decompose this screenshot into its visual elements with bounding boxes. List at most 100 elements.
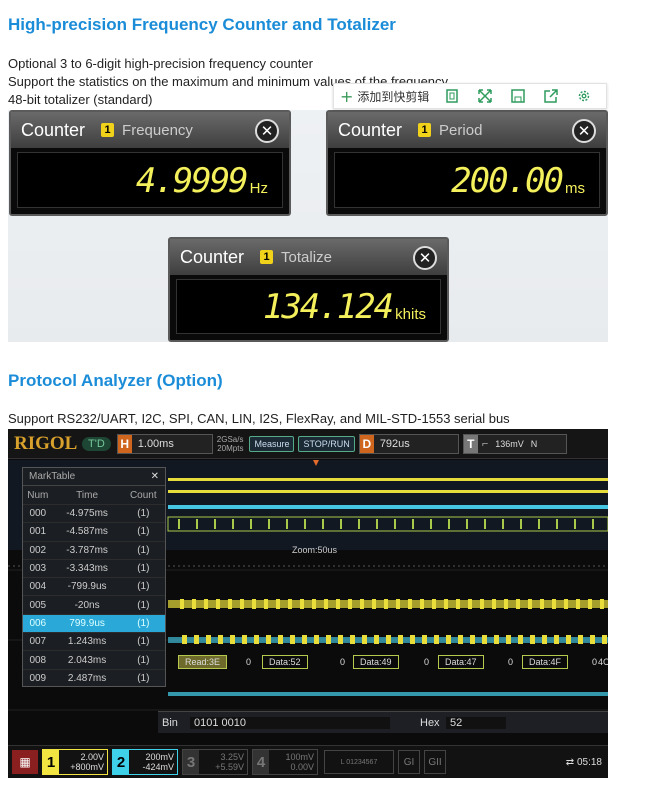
table-cell: 799.9us xyxy=(69,617,105,629)
measure-button[interactable]: Measure xyxy=(249,435,295,452)
channel-3-box[interactable]: 3 3.25V +5.59V xyxy=(182,749,248,775)
table-cell: 007 xyxy=(29,636,47,648)
logic-channels-box[interactable]: L 01234567 xyxy=(324,750,394,774)
table-cell: 004 xyxy=(29,581,47,593)
feature-line: Optional 3 to 6-digit high-precision fre… xyxy=(8,56,313,71)
delay-value: 792us xyxy=(379,437,410,450)
counter-mode: Frequency xyxy=(122,121,193,139)
trigger-box[interactable]: T ⌐ 136mV N xyxy=(462,433,567,454)
clock-pulse xyxy=(180,599,184,609)
data-pulse xyxy=(338,635,343,644)
timebase-value: 1.00ms xyxy=(137,437,174,450)
home-menu-icon[interactable]: ▦ xyxy=(12,750,38,774)
table-row[interactable]: 000 -4.975ms (1) xyxy=(23,504,165,522)
trigger-level: 136mV xyxy=(495,438,524,449)
copy-icon[interactable] xyxy=(435,84,468,108)
clock-pulse xyxy=(588,599,592,609)
stop-run-button[interactable]: STOP/RUN xyxy=(298,435,355,452)
table-row[interactable]: 008 2.043ms (1) xyxy=(23,650,165,668)
channel-scale: 100mV 0.00V xyxy=(269,752,317,772)
data-pulse xyxy=(398,635,403,644)
channel-2-box[interactable]: 2 200mV -424mV xyxy=(112,749,178,775)
data-pulse xyxy=(254,635,259,644)
table-cell: -20ns xyxy=(74,599,100,611)
table-row[interactable]: 007 1.243ms (1) xyxy=(23,632,165,650)
table-row[interactable]: 001 -4.587ms (1) xyxy=(23,522,165,540)
counter-unit: khits xyxy=(395,306,426,323)
clock-pulse xyxy=(276,599,280,609)
table-cell: 003 xyxy=(29,563,47,575)
mark-table[interactable]: MarkTable ✕ Num Time Count 000 -4.975ms (1) 00… xyxy=(22,467,166,687)
memory-depth: 20Mpts xyxy=(217,443,244,453)
table-row[interactable]: 006 799.9us (1) xyxy=(23,613,165,633)
table-row[interactable]: 009 2.487ms (1) xyxy=(23,668,165,687)
data-pulse xyxy=(182,635,187,644)
mark-table-header: MarkTable ✕ xyxy=(23,468,165,486)
save-icon[interactable] xyxy=(501,84,534,108)
close-icon[interactable]: ✕ xyxy=(255,119,279,143)
hex-value: 52 xyxy=(446,716,506,729)
table-row[interactable]: 004 -799.9us (1) xyxy=(23,577,165,595)
table-cell: 1.243ms xyxy=(67,636,107,648)
table-cell: -3.343ms xyxy=(66,563,108,575)
expand-icon[interactable] xyxy=(468,84,501,108)
counter-value: 4.9999 xyxy=(135,161,249,201)
channel-number: 3 xyxy=(183,750,199,774)
clock-pulse xyxy=(228,599,232,609)
channel-4-box[interactable]: 4 100mV 0.00V xyxy=(252,749,318,775)
clock-pulse xyxy=(420,599,424,609)
data-pulse xyxy=(290,635,295,644)
clock-pulse xyxy=(312,599,316,609)
rigol-logo: RIGOL xyxy=(14,432,78,454)
close-icon[interactable]: ✕ xyxy=(572,119,596,143)
mark-table-columns: Num Time Count xyxy=(23,486,165,504)
timebase-box[interactable]: H 1.00ms xyxy=(116,433,213,454)
decode-tick xyxy=(178,519,180,529)
section-title-protocol: Protocol Analyzer (Option) xyxy=(8,371,223,390)
clock-pulse xyxy=(324,599,328,609)
close-icon[interactable]: ✕ xyxy=(151,471,159,482)
ch1-trace-bottom xyxy=(168,692,608,696)
table-row[interactable]: 003 -3.343ms (1) xyxy=(23,558,165,577)
decode-tick xyxy=(412,519,414,529)
table-cell: (1) xyxy=(137,544,150,556)
table-row[interactable]: 002 -3.787ms (1) xyxy=(23,540,165,559)
channel-badge: 1 xyxy=(260,250,274,264)
clock-pulse xyxy=(516,599,520,609)
math-button[interactable]: GI xyxy=(398,750,420,774)
decode-tick xyxy=(340,519,342,529)
channel-1-box[interactable]: 1 2.00V +800mV xyxy=(42,749,108,775)
clock-pulse xyxy=(552,599,556,609)
table-cell: (1) xyxy=(137,508,150,520)
clock-pulse xyxy=(240,599,244,609)
table-row[interactable]: 005 -20ns (1) xyxy=(23,595,165,613)
table-cell: (1) xyxy=(137,617,150,629)
settings-icon[interactable] xyxy=(567,84,600,108)
delay-box[interactable]: D 792us xyxy=(358,433,459,454)
counter-unit: ms xyxy=(565,180,585,197)
add-to-clip-button[interactable]: + 添加到快剪辑 xyxy=(334,84,435,108)
clock-pulse xyxy=(336,599,340,609)
reference-button[interactable]: GII xyxy=(424,750,446,774)
clock-pulse xyxy=(384,599,388,609)
data-pulse xyxy=(590,635,595,644)
data-pulse xyxy=(386,635,391,644)
clock-pulse xyxy=(492,599,496,609)
bus-decode-label: Data:47 xyxy=(438,655,484,669)
clock-pulse xyxy=(264,599,268,609)
table-cell: 000 xyxy=(29,508,47,520)
share-icon[interactable] xyxy=(534,84,567,108)
counter-value: 200.00 xyxy=(451,161,564,201)
decode-tick xyxy=(394,519,396,529)
bus-decode-label: 4C xyxy=(598,657,608,667)
clock-value: 05:18 xyxy=(576,756,602,768)
channel-badge: 1 xyxy=(418,123,432,137)
close-icon[interactable]: ✕ xyxy=(413,246,437,270)
bus-decode-label: Read:3E xyxy=(178,655,228,669)
d-key: D xyxy=(359,434,374,453)
bin-value: 0101 0010 xyxy=(190,716,390,729)
t-key: T xyxy=(463,434,478,453)
decode-value-bar: Bin 0101 0010 Hex 52 xyxy=(158,711,608,733)
channel-offset: +800mV xyxy=(70,762,104,772)
clock-pulse xyxy=(408,599,412,609)
